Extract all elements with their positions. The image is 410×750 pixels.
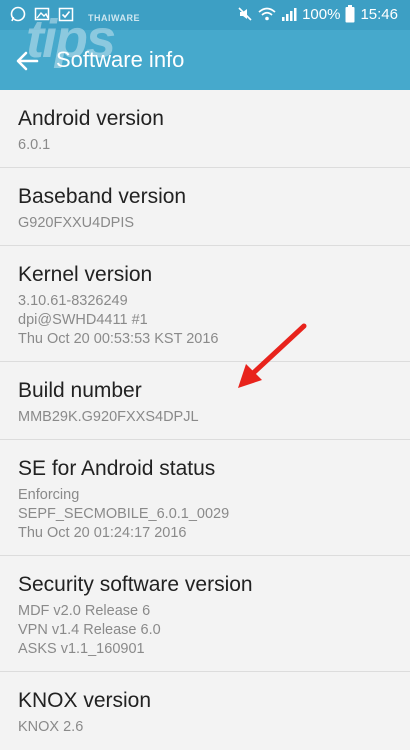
info-item-build-number[interactable]: Build number MMB29K.G920FXXS4DPJL	[0, 362, 410, 440]
info-item-value: MMB29K.G920FXXS4DPJL	[18, 409, 199, 425]
page-title: Software info	[56, 47, 185, 72]
clock: 15:46	[360, 5, 398, 23]
back-arrow-icon	[16, 51, 39, 71]
signal-icon	[281, 6, 297, 22]
back-button[interactable]	[12, 46, 42, 76]
red-arrow-annotation	[238, 323, 307, 388]
system-status: 100% 15:46	[237, 5, 398, 23]
check-icon	[58, 6, 74, 22]
notification-icons	[10, 6, 74, 22]
info-item-title: Android version	[18, 107, 164, 130]
info-item-title: Build number	[18, 379, 142, 402]
status-bar: 100% 15:46	[0, 0, 410, 30]
whatsapp-icon	[10, 6, 26, 22]
info-item-se-for-android-status[interactable]: SE for Android status Enforcing SEPF_SEC…	[0, 440, 410, 556]
info-item-title: Baseband version	[18, 185, 187, 208]
info-item-title: KNOX version	[18, 689, 152, 712]
info-item-title: Kernel version	[18, 263, 153, 286]
info-item-value: 6.0.1	[18, 137, 51, 153]
info-item-baseband-version[interactable]: Baseband version G920FXXU4DPIS	[0, 168, 410, 246]
info-item-title: SE for Android status	[18, 457, 216, 480]
info-item-value: Enforcing SEPF_SECMOBILE_6.0.1_0029 Thu …	[18, 487, 230, 541]
app-bar: Software info	[0, 30, 410, 90]
info-item-kernel-version[interactable]: Kernel version 3.10.61-8326249 dpi@SWHD4…	[0, 246, 410, 362]
battery-percent: 100%	[302, 5, 341, 23]
info-item-value: MDF v2.0 Release 6 VPN v1.4 Release 6.0 …	[18, 603, 161, 657]
info-item-knox-version[interactable]: KNOX version KNOX 2.6	[0, 672, 410, 750]
image-icon	[34, 6, 50, 22]
info-item-android-version[interactable]: Android version 6.0.1	[0, 90, 410, 168]
info-item-value: G920FXXU4DPIS	[18, 215, 135, 231]
info-item-value: KNOX 2.6	[18, 719, 84, 735]
wifi-icon	[258, 6, 276, 22]
info-item-title: Security software version	[18, 573, 253, 596]
info-item-security-software-version[interactable]: Security software version MDF v2.0 Relea…	[0, 556, 410, 672]
mute-icon	[237, 6, 253, 22]
info-item-value: 3.10.61-8326249 dpi@SWHD4411 #1 Thu Oct …	[18, 293, 219, 347]
software-info-list: Android version 6.0.1 Baseband version G…	[0, 90, 410, 750]
battery-icon	[345, 5, 355, 23]
